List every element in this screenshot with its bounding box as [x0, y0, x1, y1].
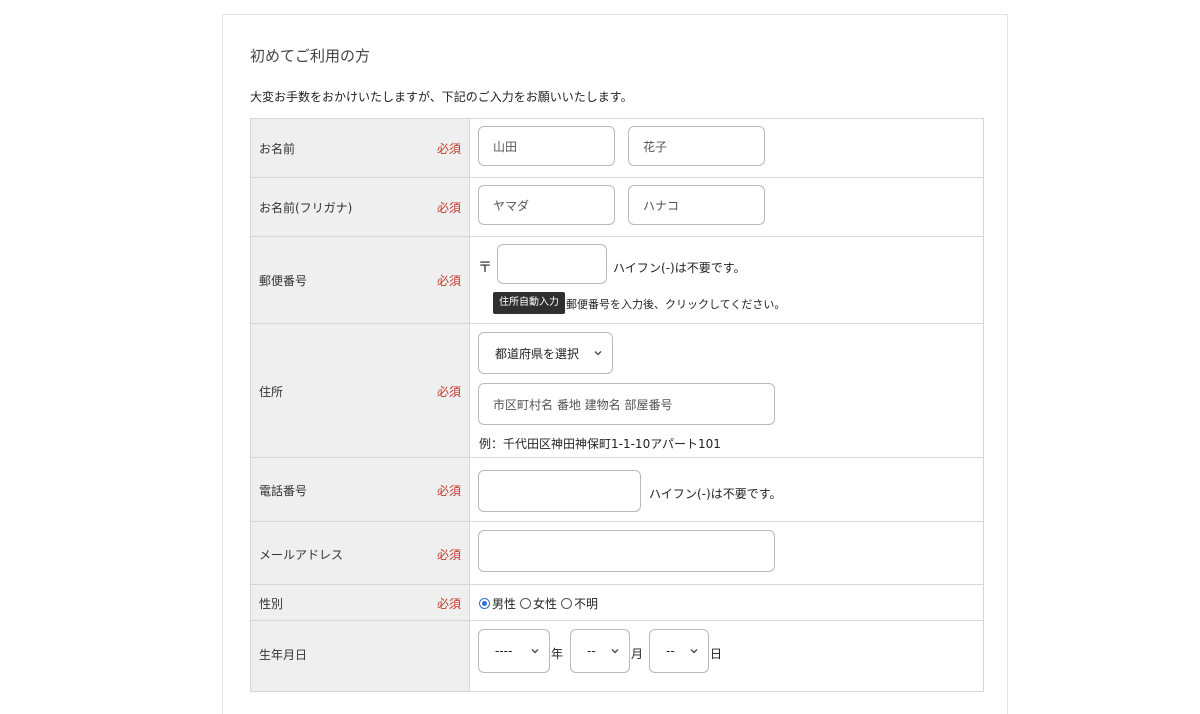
field-label-name: お名前 — [259, 142, 296, 156]
label-cell: 住所 必須 — [251, 324, 470, 457]
year-unit: 年 — [551, 647, 564, 661]
chevron-down-icon — [529, 645, 541, 657]
required-badge: 必須 — [436, 274, 461, 288]
address-detail-input[interactable]: 市区町村名 番地 建物名 部屋番号 — [478, 383, 775, 425]
field-label-address: 住所 — [259, 385, 284, 399]
value-cell: ヤマダ ハナコ — [470, 178, 983, 236]
field-label-gender: 性別 — [259, 597, 284, 611]
label-cell: 性別 必須 — [251, 585, 470, 620]
label-cell: 生年月日 — [251, 621, 470, 691]
birth-year-selected: ---- — [495, 644, 513, 658]
registration-card: 初めてご利用の方 大変お手数をおかけいたしますが、下記のご入力をお願いいたします… — [222, 14, 1008, 714]
row-email: メールアドレス 必須 — [251, 522, 983, 585]
value-cell — [470, 522, 983, 584]
required-badge: 必須 — [436, 142, 461, 156]
field-label-email: メールアドレス — [259, 548, 344, 562]
row-address: 住所 必須 都道府県を選択 市区町村名 番地 建物名 部屋番号 例：千代田区神田… — [251, 324, 983, 458]
required-badge: 必須 — [436, 385, 461, 399]
gender-option-female[interactable]: 女性 — [520, 595, 557, 612]
row-postal: 郵便番号 必須 〒 ハイフン(-)は不要です。 住所自動入力 郵便番号を入力後、… — [251, 237, 983, 324]
field-label-phone: 電話番号 — [259, 484, 308, 498]
gender-option-label: 不明 — [574, 597, 599, 611]
value-cell: 都道府県を選択 市区町村名 番地 建物名 部屋番号 例：千代田区神田神保町1-1… — [470, 324, 983, 457]
value-cell: 山田 花子 — [470, 119, 983, 177]
last-name-kana-input[interactable]: ヤマダ — [478, 185, 615, 225]
birth-day-selected: -- — [666, 644, 675, 658]
gender-option-male[interactable]: 男性 — [479, 595, 516, 612]
row-gender: 性別 必須 男性 女性 不明 — [251, 585, 983, 621]
value-cell: 男性 女性 不明 — [470, 585, 983, 620]
required-badge: 必須 — [436, 484, 461, 498]
field-label-postal: 郵便番号 — [259, 274, 308, 288]
field-label-kana: お名前(フリガナ) — [259, 201, 353, 215]
address-example: 例：千代田区神田神保町1-1-10アパート101 — [479, 437, 721, 451]
radio-unchecked-icon[interactable] — [520, 598, 532, 609]
birth-year-select[interactable]: ---- — [478, 629, 550, 673]
last-name-input[interactable]: 山田 — [478, 126, 615, 166]
row-birthday: 生年月日 ---- 年 -- 月 -- 日 — [251, 621, 983, 692]
label-cell: お名前(フリガナ) 必須 — [251, 178, 470, 236]
postal-code-input[interactable] — [497, 244, 607, 284]
gender-option-label: 男性 — [492, 597, 517, 611]
section-intro: 大変お手数をおかけいたしますが、下記のご入力をお願いいたします。 — [250, 90, 633, 104]
value-cell: 〒 ハイフン(-)は不要です。 住所自動入力 郵便番号を入力後、クリックしてくだ… — [470, 237, 983, 323]
row-name: お名前 必須 山田 花子 — [251, 119, 983, 178]
month-unit: 月 — [631, 647, 644, 661]
section-heading: 初めてご利用の方 — [250, 47, 371, 65]
row-kana: お名前(フリガナ) 必須 ヤマダ ハナコ — [251, 178, 983, 237]
gender-radio-group: 男性 女性 不明 — [479, 595, 602, 612]
field-label-birthday: 生年月日 — [259, 648, 308, 662]
prefecture-selected: 都道府県を選択 — [495, 346, 580, 361]
label-cell: お名前 必須 — [251, 119, 470, 177]
value-cell: ---- 年 -- 月 -- 日 — [470, 621, 983, 691]
row-phone: 電話番号 必須 ハイフン(-)は不要です。 — [251, 458, 983, 522]
gender-option-label: 女性 — [533, 597, 558, 611]
day-unit: 日 — [710, 647, 723, 661]
radio-checked-icon[interactable] — [479, 598, 490, 609]
postal-mark: 〒 — [478, 260, 492, 276]
birth-day-select[interactable]: -- — [649, 629, 709, 673]
label-cell: メールアドレス 必須 — [251, 522, 470, 584]
email-input[interactable] — [478, 530, 775, 572]
required-badge: 必須 — [436, 201, 461, 215]
phone-input[interactable] — [478, 470, 641, 512]
phone-hyphen-note: ハイフン(-)は不要です。 — [649, 487, 782, 501]
required-badge: 必須 — [436, 597, 461, 611]
chevron-down-icon — [688, 645, 700, 657]
birth-month-select[interactable]: -- — [570, 629, 630, 673]
postal-hyphen-note: ハイフン(-)は不要です。 — [613, 261, 746, 275]
required-badge: 必須 — [436, 548, 461, 562]
registration-form: お名前 必須 山田 花子 お名前(フリガナ) 必須 ヤマダ ハナコ 郵便番号 必 — [250, 118, 984, 692]
chevron-down-icon — [592, 347, 604, 359]
gender-option-unknown[interactable]: 不明 — [561, 595, 598, 612]
address-autofill-button[interactable]: 住所自動入力 — [493, 292, 565, 314]
birth-month-selected: -- — [587, 644, 596, 658]
prefecture-select[interactable]: 都道府県を選択 — [478, 332, 613, 374]
value-cell: ハイフン(-)は不要です。 — [470, 458, 983, 521]
first-name-kana-input[interactable]: ハナコ — [628, 185, 765, 225]
label-cell: 郵便番号 必須 — [251, 237, 470, 323]
autofill-note: 郵便番号を入力後、クリックしてください。 — [566, 298, 786, 311]
chevron-down-icon — [609, 645, 621, 657]
first-name-input[interactable]: 花子 — [628, 126, 765, 166]
radio-unchecked-icon[interactable] — [561, 598, 573, 609]
label-cell: 電話番号 必須 — [251, 458, 470, 521]
